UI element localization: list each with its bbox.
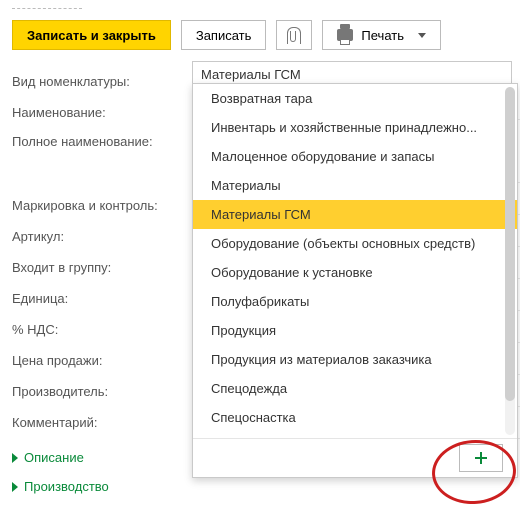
scrollbar-track[interactable] <box>505 87 515 435</box>
dropdown-item[interactable]: Возвратная тара <box>193 84 517 113</box>
dropdown-item[interactable]: Оборудование (объекты основных средств) <box>193 229 517 258</box>
dropdown-item[interactable]: Спецодежда <box>193 374 517 403</box>
dropdown-item[interactable]: Материалы ГСМ <box>193 200 517 229</box>
dropdown-item[interactable]: Оборудование к установке <box>193 258 517 287</box>
dropdown-item[interactable]: Инвентарь и хозяйственные принадлежно... <box>193 113 517 142</box>
printer-icon <box>337 29 353 41</box>
label-kind: Вид номенклатуры: <box>12 66 158 97</box>
dropdown-list[interactable]: Возвратная тараИнвентарь и хозяйственные… <box>193 84 517 438</box>
label-name: Наименование: <box>12 97 158 128</box>
print-label: Печать <box>361 28 404 43</box>
plus-icon <box>475 452 487 464</box>
expander-production-label: Производство <box>24 479 109 494</box>
dropdown-item[interactable]: Малоценное оборудование и запасы <box>193 142 517 171</box>
label-group: Входит в группу: <box>12 252 158 283</box>
save-button[interactable]: Записать <box>181 20 267 50</box>
nomenclature-kind-dropdown: Возвратная тараИнвентарь и хозяйственные… <box>192 83 518 478</box>
save-label: Записать <box>196 28 252 43</box>
save-and-close-label: Записать и закрыть <box>27 28 156 43</box>
chevron-right-icon <box>12 453 18 463</box>
print-button[interactable]: Печать <box>322 20 441 50</box>
form-labels: Вид номенклатуры: Наименование: Полное н… <box>12 66 158 438</box>
expander-description-label: Описание <box>24 450 84 465</box>
nomenclature-kind-value: Материалы ГСМ <box>201 67 301 82</box>
dropdown-item[interactable]: Спецоснастка <box>193 403 517 432</box>
toolbar: Записать и закрыть Записать Печать <box>12 20 441 50</box>
save-and-close-button[interactable]: Записать и закрыть <box>12 20 171 50</box>
expanders: Описание Производство <box>12 450 109 494</box>
dropdown-item[interactable]: Материалы <box>193 171 517 200</box>
chevron-right-icon <box>12 482 18 492</box>
label-marking: Маркировка и контроль: <box>12 190 158 221</box>
label-manufacturer: Производитель: <box>12 376 158 407</box>
attach-button[interactable] <box>276 20 312 50</box>
label-price: Цена продажи: <box>12 345 158 376</box>
dropdown-item[interactable]: Продукция из материалов заказчика <box>193 345 517 374</box>
expander-production[interactable]: Производство <box>12 479 109 494</box>
label-article: Артикул: <box>12 221 158 252</box>
dropdown-item[interactable]: Полуфабрикаты <box>193 287 517 316</box>
tab-strip-fragment <box>12 2 82 9</box>
add-item-button[interactable] <box>459 444 503 472</box>
label-comment: Комментарий: <box>12 407 158 438</box>
expander-description[interactable]: Описание <box>12 450 109 465</box>
label-unit: Единица: <box>12 283 158 314</box>
chevron-down-icon <box>418 33 426 38</box>
label-full-name: Полное наименование: <box>12 128 158 190</box>
dropdown-footer <box>193 438 517 477</box>
label-vat: % НДС: <box>12 314 158 345</box>
dropdown-item[interactable]: Продукция <box>193 316 517 345</box>
paperclip-icon <box>287 27 301 44</box>
scrollbar-thumb[interactable] <box>505 87 515 401</box>
